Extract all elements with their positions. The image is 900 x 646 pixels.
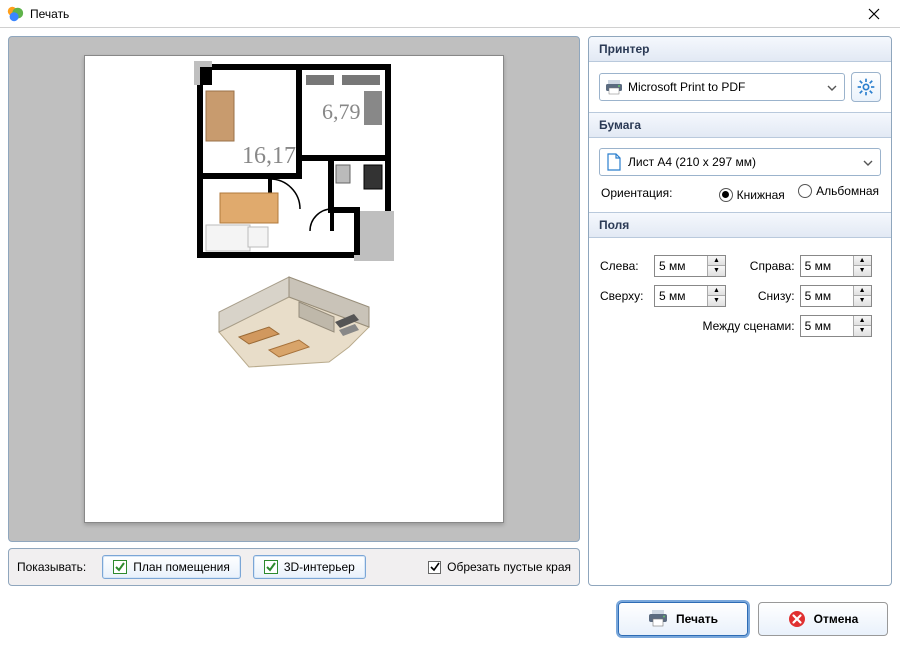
- margin-top-value[interactable]: [655, 286, 707, 306]
- print-preview: 16,17 6,79: [8, 36, 580, 542]
- margin-bottom-input[interactable]: ▲▼: [800, 285, 872, 307]
- chevron-down-icon: [860, 155, 876, 169]
- spin-down-icon[interactable]: ▼: [854, 326, 871, 336]
- radio-portrait[interactable]: Книжная: [719, 188, 785, 202]
- radio-landscape[interactable]: Альбомная: [798, 184, 879, 198]
- titlebar: Печать: [0, 0, 900, 28]
- print-button[interactable]: Печать: [618, 602, 748, 636]
- spin-down-icon[interactable]: ▼: [854, 266, 871, 276]
- page-icon: [604, 153, 624, 171]
- printer-settings-button[interactable]: [851, 72, 881, 102]
- margin-top-input[interactable]: ▲▼: [654, 285, 726, 307]
- radio-landscape-label: Альбомная: [816, 184, 879, 198]
- toggle-3d-label: 3D-интерьер: [284, 560, 355, 574]
- spin-up-icon[interactable]: ▲: [708, 286, 725, 297]
- cancel-button[interactable]: Отмена: [758, 602, 888, 636]
- printer-value: Microsoft Print to PDF: [624, 80, 824, 94]
- room1-area-text: 16,17: [242, 143, 296, 169]
- margin-between-value[interactable]: [801, 316, 853, 336]
- printer-select[interactable]: Microsoft Print to PDF: [599, 73, 845, 101]
- close-button[interactable]: [854, 3, 894, 25]
- margin-left-value[interactable]: [655, 256, 707, 276]
- print-button-label: Печать: [676, 612, 718, 626]
- toggle-plan[interactable]: План помещения: [102, 555, 241, 579]
- section-printer: Принтер: [589, 37, 891, 62]
- toggle-3d[interactable]: 3D-интерьер: [253, 555, 366, 579]
- radio-icon: [798, 184, 812, 198]
- section-paper: Бумага: [589, 112, 891, 138]
- margin-bottom-value[interactable]: [801, 286, 853, 306]
- checkbox-icon: [428, 561, 441, 574]
- crop-checkbox[interactable]: Обрезать пустые края: [428, 560, 571, 574]
- spin-up-icon[interactable]: ▲: [854, 286, 871, 297]
- cancel-button-label: Отмена: [814, 612, 859, 626]
- gear-icon: [856, 77, 876, 97]
- margin-between-input[interactable]: ▲▼: [800, 315, 872, 337]
- floorplan-2d: 16,17 6,79: [194, 61, 394, 261]
- check-icon: [264, 560, 278, 574]
- paper-select[interactable]: Лист A4 (210 x 297 мм): [599, 148, 881, 176]
- options-bar: Показывать: План помещения 3D-интерьер О…: [8, 548, 580, 586]
- spin-down-icon[interactable]: ▼: [854, 296, 871, 306]
- room2-area-text: 6,79: [322, 99, 361, 124]
- printer-icon: [648, 609, 668, 630]
- footer: Печать Отмена: [0, 594, 900, 646]
- margin-right-value[interactable]: [801, 256, 853, 276]
- radio-portrait-label: Книжная: [737, 188, 785, 202]
- margin-right-input[interactable]: ▲▼: [800, 255, 872, 277]
- section-margins: Поля: [589, 212, 891, 238]
- spin-up-icon[interactable]: ▲: [854, 316, 871, 327]
- paper-value: Лист A4 (210 x 297 мм): [624, 155, 860, 169]
- printer-icon: [604, 79, 624, 95]
- page-preview: 16,17 6,79: [84, 55, 504, 523]
- check-icon: [113, 560, 127, 574]
- margin-between-label: Между сценами:: [599, 314, 799, 338]
- toggle-plan-label: План помещения: [133, 560, 230, 574]
- margin-left-input[interactable]: ▲▼: [654, 255, 726, 277]
- chevron-down-icon: [824, 80, 840, 94]
- margin-bottom-label: Снизу:: [735, 284, 798, 308]
- radio-icon: [719, 188, 733, 202]
- spin-up-icon[interactable]: ▲: [854, 256, 871, 267]
- spin-up-icon[interactable]: ▲: [708, 256, 725, 267]
- floorplan-3d: [209, 272, 379, 382]
- show-label: Показывать:: [17, 560, 86, 574]
- crop-label: Обрезать пустые края: [447, 560, 571, 574]
- margin-top-label: Сверху:: [599, 284, 653, 308]
- margin-left-label: Слева:: [599, 254, 653, 278]
- cancel-icon: [788, 610, 806, 628]
- margin-right-label: Справа:: [735, 254, 798, 278]
- spin-down-icon[interactable]: ▼: [708, 296, 725, 306]
- orientation-label: Ориентация:: [601, 186, 672, 200]
- spin-down-icon[interactable]: ▼: [708, 266, 725, 276]
- app-icon: [6, 5, 24, 23]
- window-title: Печать: [30, 7, 69, 21]
